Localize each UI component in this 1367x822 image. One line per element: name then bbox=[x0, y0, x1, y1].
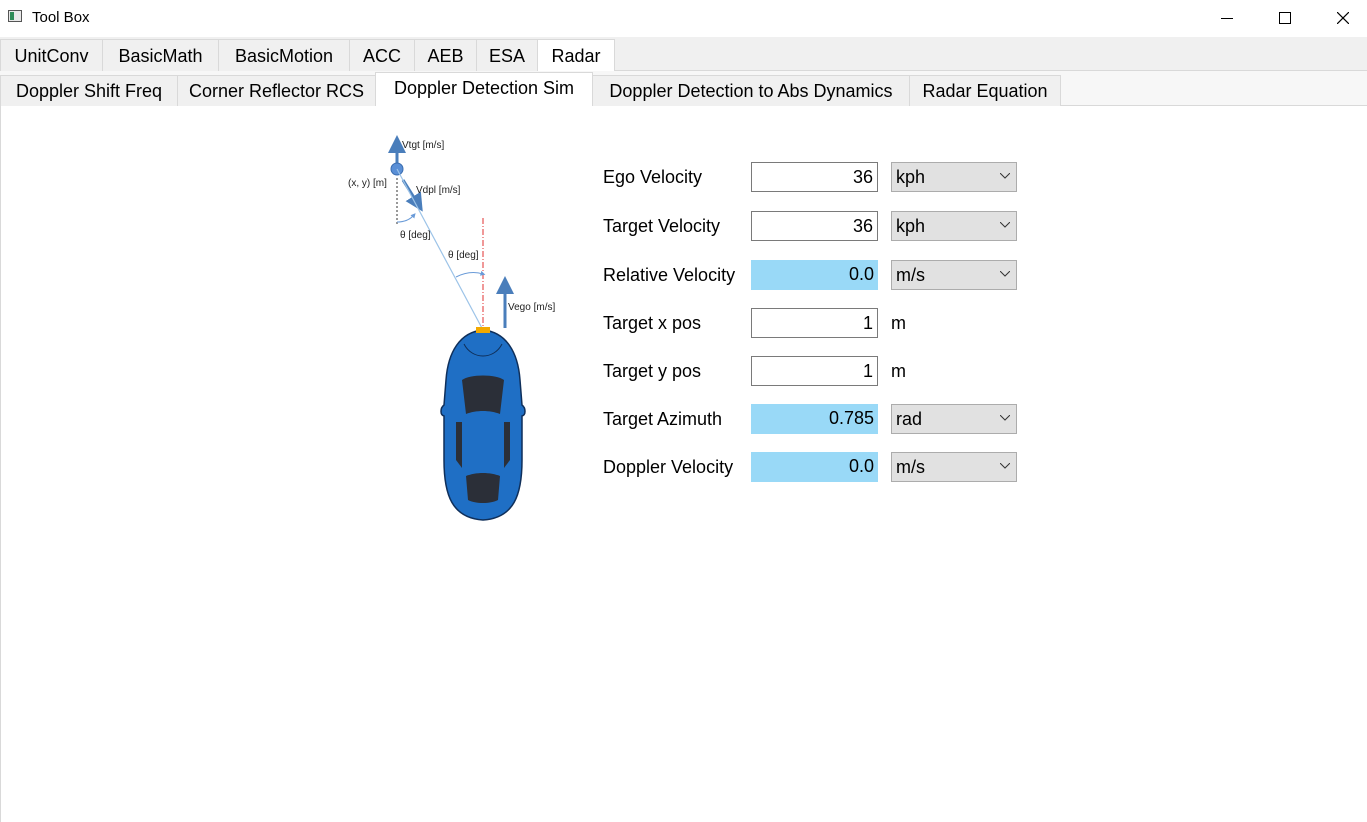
main-tab-bar: UnitConv BasicMath BasicMotion ACC AEB E… bbox=[0, 37, 1367, 73]
vego-label: Vego [m/s] bbox=[508, 302, 555, 313]
tab-aeb[interactable]: AEB bbox=[414, 39, 477, 71]
theta-label-1: θ [deg] bbox=[400, 230, 431, 241]
target-x-unit: m bbox=[891, 313, 906, 333]
tab-unitconv[interactable]: UnitConv bbox=[0, 39, 103, 71]
doppler-diagram: Vtgt [m/s] (x, y) [m] Vdpl [m/s] θ [deg]… bbox=[340, 130, 580, 530]
target-y-unit: m bbox=[891, 361, 906, 381]
target-velocity-input[interactable]: 36 bbox=[751, 211, 878, 241]
window-title: Tool Box bbox=[32, 9, 90, 26]
target-velocity-label: Target Velocity bbox=[603, 216, 721, 236]
tab-basicmath[interactable]: BasicMath bbox=[102, 39, 219, 71]
target-x-input[interactable]: 1 bbox=[751, 308, 878, 338]
close-icon bbox=[1337, 12, 1349, 24]
relative-velocity-unit-value: m/s bbox=[896, 265, 925, 285]
tab-radar[interactable]: Radar bbox=[537, 39, 615, 73]
target-azimuth-label: Target Azimuth bbox=[603, 409, 723, 429]
tab-doppler-detection-abs-dynamics[interactable]: Doppler Detection to Abs Dynamics bbox=[592, 75, 910, 106]
relative-velocity-unit-select[interactable]: m/s bbox=[891, 260, 1017, 290]
ego-velocity-unit-value: kph bbox=[896, 167, 926, 187]
doppler-velocity-unit-select[interactable]: m/s bbox=[891, 452, 1017, 482]
ego-car bbox=[440, 327, 526, 521]
tab-acc[interactable]: ACC bbox=[349, 39, 415, 71]
theta-label-2: θ [deg] bbox=[448, 250, 479, 261]
target-azimuth-unit-select[interactable]: rad bbox=[891, 404, 1017, 434]
title-bar: Tool Box bbox=[0, 0, 1367, 37]
relative-velocity-label: Relative Velocity bbox=[603, 265, 736, 285]
tab-basicmotion[interactable]: BasicMotion bbox=[218, 39, 350, 71]
doppler-velocity-label: Doppler Velocity bbox=[603, 457, 734, 477]
relative-velocity-output: 0.0 bbox=[751, 260, 878, 290]
target-y-input[interactable]: 1 bbox=[751, 356, 878, 386]
target-x-label: Target x pos bbox=[603, 313, 702, 333]
minimize-button[interactable] bbox=[1198, 0, 1256, 37]
vtgt-label: Vtgt [m/s] bbox=[402, 140, 444, 151]
ego-velocity-label: Ego Velocity bbox=[603, 167, 703, 187]
ego-velocity-input[interactable]: 36 bbox=[751, 162, 878, 192]
xy-label: (x, y) [m] bbox=[348, 178, 387, 189]
doppler-velocity-output: 0.0 bbox=[751, 452, 878, 482]
tab-doppler-shift-freq[interactable]: Doppler Shift Freq bbox=[0, 75, 178, 106]
target-velocity-unit-value: kph bbox=[896, 216, 926, 236]
chevron-down-icon bbox=[1000, 271, 1010, 277]
target-azimuth-unit-value: rad bbox=[896, 409, 923, 429]
chevron-down-icon bbox=[1000, 463, 1010, 469]
app-icon bbox=[8, 10, 22, 22]
tab-esa[interactable]: ESA bbox=[476, 39, 538, 71]
target-azimuth-output: 0.785 bbox=[751, 404, 878, 434]
tab-doppler-detection-sim[interactable]: Doppler Detection Sim bbox=[375, 72, 593, 107]
tab-corner-reflector-rcs[interactable]: Corner Reflector RCS bbox=[177, 75, 376, 106]
target-y-label: Target y pos bbox=[603, 361, 702, 381]
ego-velocity-unit-select[interactable]: kph bbox=[891, 162, 1017, 192]
sub-tab-bar: Doppler Shift Freq Corner Reflector RCS … bbox=[0, 71, 1367, 107]
vdpl-label: Vdpl [m/s] bbox=[416, 185, 461, 196]
close-button[interactable] bbox=[1314, 0, 1367, 37]
chevron-down-icon bbox=[1000, 222, 1010, 228]
maximize-button[interactable] bbox=[1256, 0, 1314, 37]
chevron-down-icon bbox=[1000, 173, 1010, 179]
chevron-down-icon bbox=[1000, 415, 1010, 421]
tab-radar-equation[interactable]: Radar Equation bbox=[909, 75, 1061, 106]
doppler-velocity-unit-value: m/s bbox=[896, 457, 925, 477]
target-velocity-unit-select[interactable]: kph bbox=[891, 211, 1017, 241]
